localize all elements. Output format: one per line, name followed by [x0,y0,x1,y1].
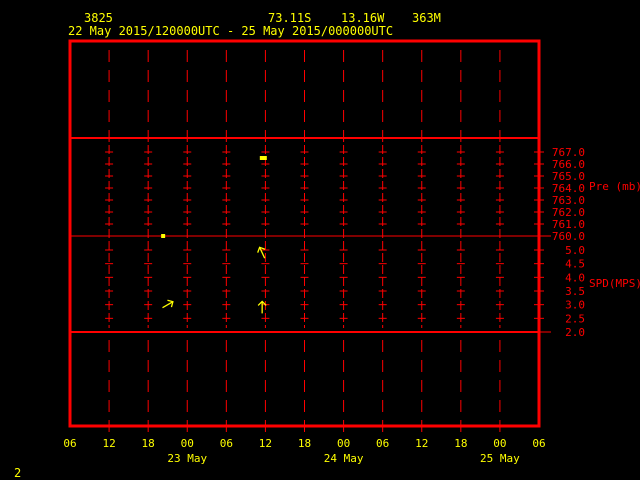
x-tick-label: 12 [102,437,115,450]
x-tick-label: 18 [142,437,155,450]
pressure-point [161,234,166,238]
x-tick-label: 12 [259,437,272,450]
x-tick-label: 06 [220,437,233,450]
pressure-axis-label: Pre (mb) [589,180,640,193]
speed-tick-label: 4.0 [565,271,585,284]
speed-tick-label: 4.5 [565,258,585,271]
speed-tick-label: 3.0 [565,299,585,312]
speed-tick-label: 2.5 [565,312,585,325]
meteogram-plot: 06 12 18 00 06 12 18 00 06 12 18 00 06 23 May 24 May 25… [63,39,640,465]
x-tick-label: 00 [493,437,506,450]
x-tick-label: 06 [63,437,76,450]
date-label: 25 May [480,452,520,465]
pressure-point [259,156,267,160]
wind-arrow [257,246,266,259]
speed-tick-label: 5.0 [565,244,585,257]
date-label: 23 May [167,452,207,465]
x-tick-label: 00 [337,437,350,450]
pressure-tick-label: 760.0 [552,230,585,243]
speed-tick-label: 3.5 [565,285,585,298]
speed-tick-label: 2.0 [565,326,585,339]
wind-arrow [162,299,174,309]
x-tick-label: 00 [181,437,194,450]
date-label: 24 May [324,452,364,465]
x-tick-label: 06 [532,437,545,450]
x-tick-label: 06 [376,437,389,450]
speed-axis-label: SPD(MPS) [589,277,640,290]
x-tick-label: 12 [415,437,428,450]
x-tick-label: 18 [454,437,467,450]
x-tick-label: 18 [298,437,311,450]
